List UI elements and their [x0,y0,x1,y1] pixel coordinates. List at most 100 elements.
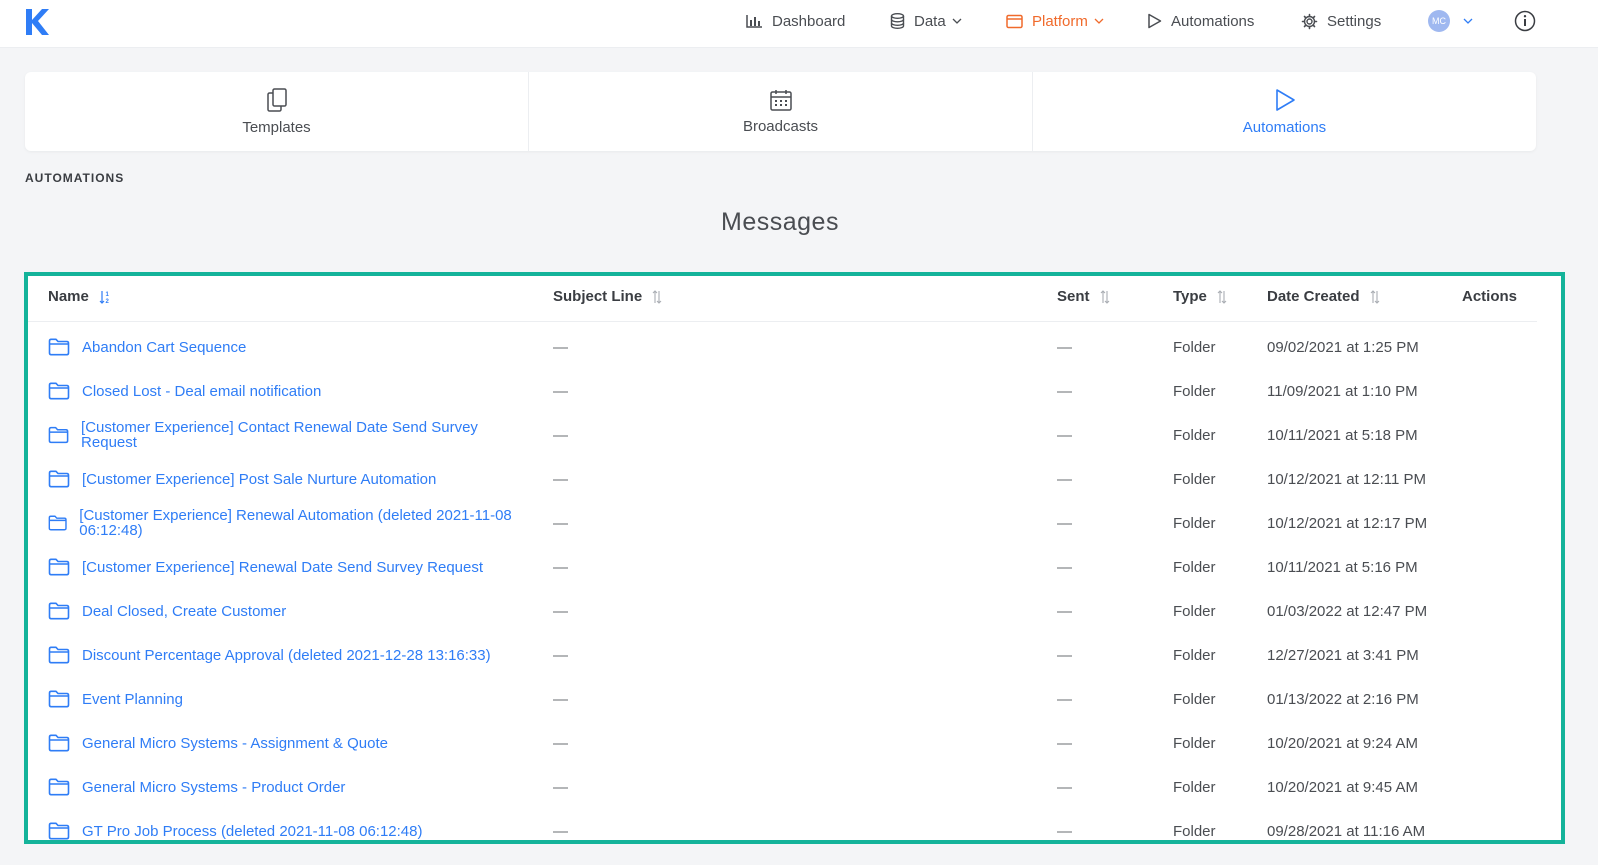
column-label: Name [48,288,89,305]
cell-type: Folder [1173,470,1216,488]
section-label: AUTOMATIONS [25,171,125,185]
column-label: Type [1173,288,1207,305]
table-row[interactable]: General Micro Systems - Assignment & Quo… [28,721,1537,765]
folder-icon [48,338,70,356]
folder-icon [48,558,70,576]
table-row[interactable]: Closed Lost - Deal email notification — — F… [28,369,1537,413]
nav-dashboard[interactable]: Dashboard [746,0,845,42]
table-row[interactable]: Abandon Cart Sequence — — Folder 09/02/2021 … [28,325,1537,369]
table-row[interactable]: [Customer Experience] Renewal Date Send … [28,545,1537,589]
column-label: Date Created [1267,288,1360,305]
column-header-type[interactable]: Type [1173,288,1227,305]
page-title: Messages [721,208,839,236]
cell-date-created: 12/27/2021 at 3:41 PM [1267,646,1419,664]
cell-name: Abandon Cart Sequence [48,325,518,369]
tab-label: Broadcasts [742,117,819,135]
info-icon[interactable] [1514,10,1536,32]
cell-sent: — [1057,822,1072,840]
folder-icon [48,602,70,620]
column-header-name[interactable]: Name 1 2 [48,288,111,305]
sort-ascending-icon: 1 2 [99,290,109,304]
cell-subject-line: — [553,514,568,532]
cell-type: Folder [1173,822,1216,840]
table-row[interactable]: [Customer Experience] Post Sale Nurture … [28,457,1537,501]
cell-sent: — [1057,558,1072,576]
logo-icon[interactable] [24,7,50,37]
folder-icon [48,426,69,444]
nav-platform[interactable]: Platform [1006,0,1104,42]
table-row[interactable]: [Customer Experience] Renewal Automation… [28,501,1537,545]
cell-name: [Customer Experience] Post Sale Nurture … [48,457,518,501]
column-header-date-created[interactable]: Date Created [1267,288,1380,305]
column-label: Subject Line [553,288,643,305]
folder-icon [48,734,70,752]
window-icon [1006,14,1023,28]
cell-date-created: 11/09/2021 at 1:10 PM [1267,382,1418,400]
cell-type: Folder [1173,778,1216,796]
cell-subject-line: — [553,338,568,356]
cell-name: [Customer Experience] Contact Renewal Da… [48,413,518,457]
cell-date-created: 10/20/2021 at 9:24 AM [1267,734,1418,752]
folder-link[interactable]: Deal Closed, Create Customer [82,604,286,619]
folder-icon [48,470,70,488]
folder-link[interactable]: GT Pro Job Process (deleted 2021-11-08 0… [82,824,422,839]
chevron-down-icon [952,18,962,24]
nav-automations[interactable]: Automations [1147,0,1254,42]
cell-subject-line: — [553,646,568,664]
nav-label: Data [914,12,946,30]
cell-date-created: 10/20/2021 at 9:45 AM [1267,778,1418,796]
folder-link[interactable]: [Customer Experience] Contact Renewal Da… [81,420,518,450]
cell-sent: — [1057,426,1072,444]
nav-settings[interactable]: Settings [1301,0,1381,42]
tab-broadcasts[interactable]: Broadcasts [529,72,1033,151]
cell-name: General Micro Systems - Assignment & Quo… [48,721,518,765]
folder-link[interactable]: [Customer Experience] Renewal Automation… [79,508,518,538]
user-menu[interactable]: MC [1428,0,1473,42]
table-row[interactable]: Discount Percentage Approval (deleted 20… [28,633,1537,677]
tab-templates[interactable]: Templates [25,72,529,151]
tab-label: Automations [1242,118,1327,136]
cell-type: Folder [1173,514,1216,532]
folder-icon [48,515,67,531]
column-label: Actions [1462,288,1518,305]
svg-text:2: 2 [105,299,109,304]
folder-icon [48,822,70,840]
cell-name: Discount Percentage Approval (deleted 20… [48,633,518,677]
column-header-actions: Actions [1462,288,1517,305]
nav-label: Dashboard [772,12,846,30]
cell-sent: — [1057,382,1072,400]
folder-link[interactable]: Abandon Cart Sequence [82,340,246,355]
column-header-sent[interactable]: Sent [1057,288,1110,305]
chevron-down-icon [1094,18,1104,24]
table-row[interactable]: [Customer Experience] Contact Renewal Da… [28,413,1537,457]
database-icon [890,13,905,29]
cell-date-created: 09/28/2021 at 11:16 AM [1267,822,1426,840]
cell-subject-line: — [553,778,568,796]
cell-subject-line: — [553,558,568,576]
cell-type: Folder [1173,734,1216,752]
play-icon [1275,88,1295,111]
column-header-subject[interactable]: Subject Line [553,288,662,305]
folder-link[interactable]: General Micro Systems - Product Order [82,780,345,795]
folder-link[interactable]: [Customer Experience] Post Sale Nurture … [82,472,436,487]
table-row[interactable]: GT Pro Job Process (deleted 2021-11-08 0… [28,809,1537,840]
tab-automations[interactable]: Automations [1033,72,1536,151]
avatar: MC [1428,10,1450,32]
folder-link[interactable]: Discount Percentage Approval (deleted 20… [82,648,491,663]
cell-sent: — [1057,338,1072,356]
cell-subject-line: — [553,822,568,840]
table-row[interactable]: General Micro Systems - Product Order — — F… [28,765,1537,809]
table-row[interactable]: Event Planning — — Folder 01/13/2022 at 2:16… [28,677,1537,721]
folder-link[interactable]: General Micro Systems - Assignment & Quo… [82,736,388,751]
table-header: Name 1 2 Subject Line Sent Type Date Cre… [28,276,1537,322]
copy-icon [266,87,287,112]
cell-name: GT Pro Job Process (deleted 2021-11-08 0… [48,809,518,840]
nav-data[interactable]: Data [890,0,962,42]
cell-sent: — [1057,470,1072,488]
cell-name: Deal Closed, Create Customer [48,589,518,633]
messages-table: Name 1 2 Subject Line Sent Type Date Cre… [24,272,1565,844]
table-row[interactable]: Deal Closed, Create Customer — — Folder 01/0… [28,589,1537,633]
folder-link[interactable]: Event Planning [82,692,183,707]
folder-link[interactable]: Closed Lost - Deal email notification [82,384,321,399]
folder-link[interactable]: [Customer Experience] Renewal Date Send … [82,560,483,575]
